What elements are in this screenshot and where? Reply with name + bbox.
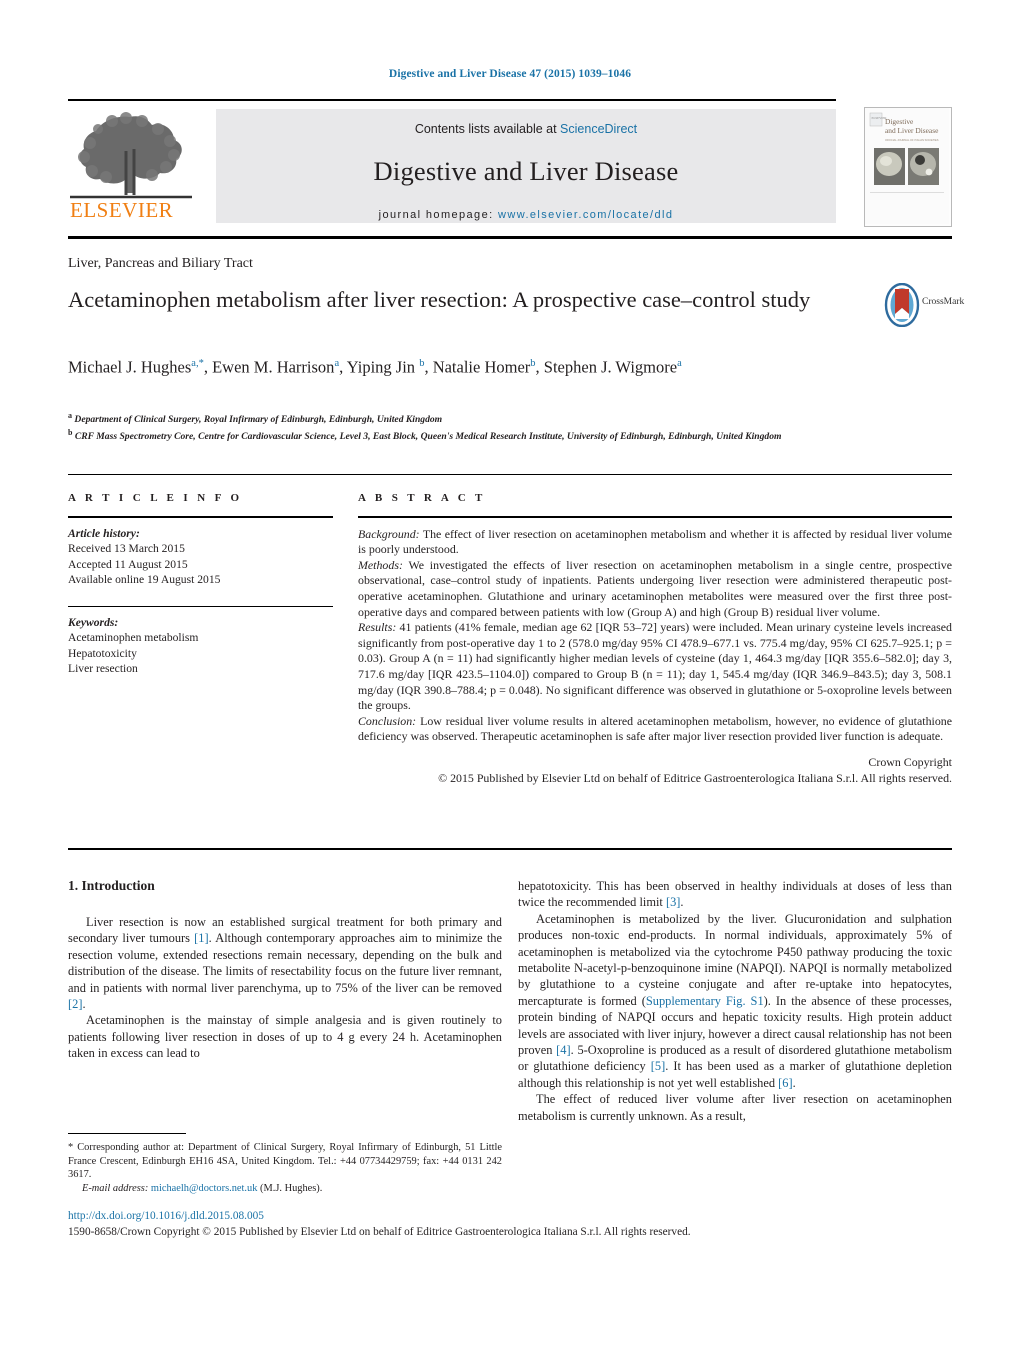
abstract-copyright-line-2: © 2015 Published by Elsevier Ltd on beha… xyxy=(438,770,952,785)
abstract-label-methods: Methods: xyxy=(358,557,403,572)
keyword-1: Hepatotoxicity xyxy=(68,646,137,660)
journal-title: Digestive and Liver Disease xyxy=(373,156,679,186)
footnote-rule xyxy=(68,1133,186,1135)
footer-doi-block: http://dx.doi.org/10.1016/j.dld.2015.08.… xyxy=(68,1208,952,1240)
doi-link[interactable]: http://dx.doi.org/10.1016/j.dld.2015.08.… xyxy=(68,1208,952,1224)
crossmark-label: CrossMark xyxy=(922,297,965,307)
abstract-column: A B S T R A C T Background: The effect o… xyxy=(358,492,952,786)
email-line: E-mail address: michaelh@doctors.net.uk … xyxy=(68,1182,502,1196)
affiliation-text-a: Department of Clinical Surgery, Royal In… xyxy=(74,414,443,426)
abstract-label-results: Results: xyxy=(358,620,397,635)
intro-paragraph-4: Acetaminophen is metabolized by the live… xyxy=(518,911,952,1090)
keyword-0: Acetaminophen metabolism xyxy=(68,631,199,645)
elsevier-logo: ELSEVIER xyxy=(68,109,196,223)
body-column-right: hepatotoxicity. This has been observed i… xyxy=(518,878,952,1124)
abstract-heading: A B S T R A C T xyxy=(358,492,486,504)
body-column-left: 1. Introduction Liver resection is now a… xyxy=(68,878,502,1062)
affiliation-marker-a: a xyxy=(68,411,72,420)
abstract-rule xyxy=(358,516,952,518)
affiliation-text-b: CRF Mass Spectrometry Core, Centre for C… xyxy=(74,431,782,443)
abstract-text-conclusion: Low residual liver volume results in alt… xyxy=(358,713,952,744)
citation-ref[interactable]: [2] xyxy=(68,997,82,1011)
svg-text:Digestive: Digestive xyxy=(885,117,914,126)
corresponding-text: Corresponding author at: Department of C… xyxy=(68,1142,502,1181)
abstract-section-background: Background: The effect of liver resectio… xyxy=(358,527,952,558)
article-info-column: A R T I C L E I N F O Article history: R… xyxy=(68,492,333,677)
corresponding-author-footnote: * Corresponding author at: Department of… xyxy=(68,1141,502,1195)
intro-paragraph-3: hepatotoxicity. This has been observed i… xyxy=(518,879,952,910)
abstract-body: Background: The effect of liver resectio… xyxy=(358,527,952,787)
article-history-block: Article history: Received 13 March 2015 … xyxy=(68,526,333,588)
journal-homepage-line: journal homepage: www.elsevier.com/locat… xyxy=(216,209,836,221)
citation-ref[interactable]: [6] xyxy=(778,1076,792,1090)
abstract-section-results: Results: 41 patients (41% female, median… xyxy=(358,620,952,714)
svg-text:and Liver Disease: and Liver Disease xyxy=(885,126,939,135)
citation-ref[interactable]: [4] xyxy=(556,1043,570,1057)
contents-prefix: Contents lists available at xyxy=(414,122,561,136)
affiliation-a: a Department of Clinical Surgery, Royal … xyxy=(68,409,868,426)
history-item-0: Received 13 March 2015 xyxy=(68,542,185,556)
abstract-label-conclusion: Conclusion: xyxy=(358,713,417,728)
crossmark-badge[interactable]: CrossMark xyxy=(884,282,964,331)
elsevier-wordmark: ELSEVIER xyxy=(70,198,174,222)
history-item-2: Available online 19 August 2015 xyxy=(68,573,221,587)
citation-ref[interactable]: [5] xyxy=(651,1059,665,1073)
abstract-text-background: The effect of liver resection on acetami… xyxy=(358,526,952,557)
contents-available-line: Contents lists available at ScienceDirec… xyxy=(216,122,836,136)
email-label: E-mail address: xyxy=(82,1182,149,1194)
journal-cover-thumbnail: ELSEVIER Digestive and Liver Disease OFF… xyxy=(864,107,952,227)
abstract-section-conclusion: Conclusion: Low residual liver volume re… xyxy=(358,714,952,745)
svg-text:OFFICIAL JOURNAL OF ITALIAN SO: OFFICIAL JOURNAL OF ITALIAN SOCIETIES xyxy=(885,138,939,142)
affiliation-b: b CRF Mass Spectrometry Core, Centre for… xyxy=(68,426,868,443)
sciencedirect-link[interactable]: ScienceDirect xyxy=(560,122,637,136)
article-info-heading: A R T I C L E I N F O xyxy=(68,492,243,504)
abstract-text-methods: We investigated the effects of liver res… xyxy=(358,557,952,619)
article-history-label: Article history: xyxy=(68,526,140,540)
affiliation-list: a Department of Clinical Surgery, Royal … xyxy=(68,409,868,443)
affiliation-marker-b: b xyxy=(68,428,73,438)
abstract-copyright-line-1: Crown Copyright xyxy=(868,754,952,769)
homepage-prefix: journal homepage: xyxy=(378,209,494,221)
masthead-bottom-rule xyxy=(68,236,952,239)
citation-ref[interactable]: [3] xyxy=(666,895,680,909)
keyword-2: Liver resection xyxy=(68,662,138,676)
masthead-top-rule xyxy=(68,99,836,101)
page-title: Acetaminophen metabolism after liver res… xyxy=(68,287,811,312)
crossmark-icon xyxy=(884,282,920,328)
footer-copyright: 1590-8658/Crown Copyright © 2015 Publish… xyxy=(68,1226,691,1238)
intro-paragraph-5: The effect of reduced liver volume after… xyxy=(518,1092,952,1123)
abstract-text-results: 41 patients (41% female, median age 62 [… xyxy=(358,620,952,713)
corresponding-author-line: * Corresponding author at: Department of… xyxy=(68,1141,502,1182)
cover-art: ELSEVIER Digestive and Liver Disease OFF… xyxy=(865,108,949,224)
journal-homepage-link[interactable]: www.elsevier.com/locate/dld xyxy=(498,209,673,221)
keywords-rule xyxy=(68,605,333,607)
masthead-center-panel: Contents lists available at ScienceDirec… xyxy=(216,109,836,223)
email-link[interactable]: michaelh@doctors.net.uk xyxy=(151,1183,258,1194)
keywords-block: Keywords: Acetaminophen metabolism Hepat… xyxy=(68,615,333,677)
intro-paragraph-1: Liver resection is now an established su… xyxy=(68,915,502,1012)
section-kicker: Liver, Pancreas and Biliary Tract xyxy=(68,256,253,271)
journal-masthead: ELSEVIER Contents lists available at Sci… xyxy=(68,99,952,227)
email-owner: (M.J. Hughes). xyxy=(260,1182,323,1194)
running-head: Digestive and Liver Disease 47 (2015) 10… xyxy=(388,68,632,80)
abstract-section-methods: Methods: We investigated the effects of … xyxy=(358,558,952,620)
abstract-label-background: Background: xyxy=(358,526,420,541)
info-top-rule xyxy=(68,474,952,475)
author-list: Michael J. Hughesa,*, Ewen M. Harrisona,… xyxy=(68,357,682,377)
elsevier-tree-icon xyxy=(70,112,192,199)
citation-ref[interactable]: [1] xyxy=(194,931,208,945)
history-item-1: Accepted 11 August 2015 xyxy=(68,557,188,571)
intro-paragraph-2: Acetaminophen is the mainstay of simple … xyxy=(68,1013,502,1061)
info-bottom-rule xyxy=(68,848,952,850)
article-page: Digestive and Liver Disease 47 (2015) 10… xyxy=(0,0,1020,1351)
article-info-rule xyxy=(68,516,333,518)
introduction-heading: 1. Introduction xyxy=(68,878,155,893)
keywords-label: Keywords: xyxy=(68,615,119,629)
supplementary-link[interactable]: Supplementary Fig. S1 xyxy=(646,994,764,1008)
